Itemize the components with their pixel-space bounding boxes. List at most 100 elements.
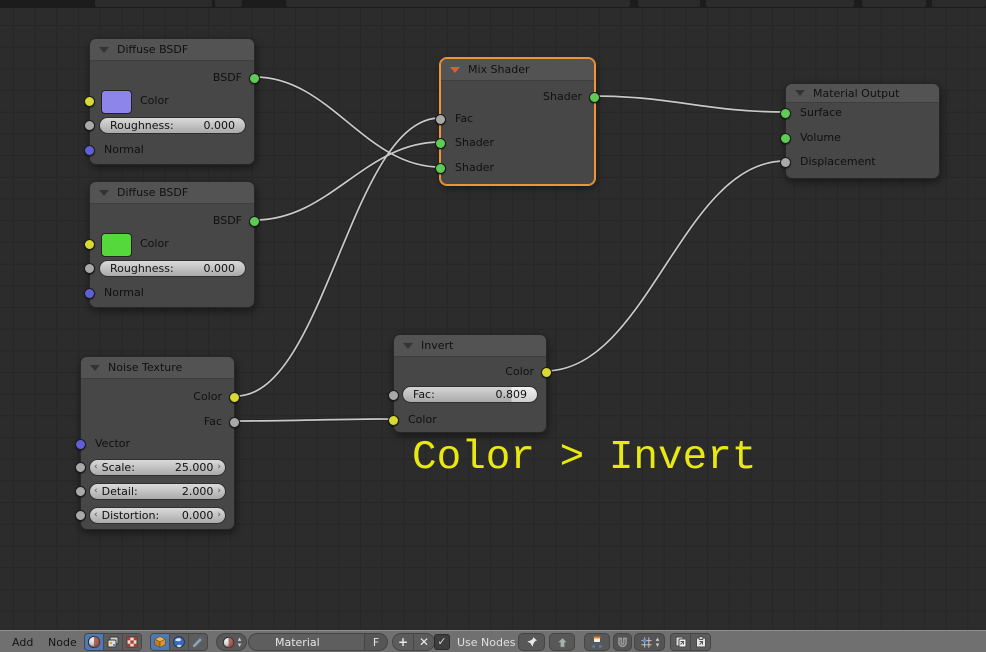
copy-nodes-button[interactable] xyxy=(671,634,691,650)
checkbox-checked-icon[interactable]: ✓ xyxy=(434,634,450,650)
roughness-slider[interactable]: Roughness: 0.000 xyxy=(99,117,246,134)
socket-input-volume[interactable] xyxy=(780,133,791,144)
distortion-slider[interactable]: ‹ Distortion: 0.000 › xyxy=(89,507,226,524)
socket-input-roughness[interactable] xyxy=(84,263,95,274)
node-mix-shader[interactable]: Mix Shader Shader Fac Shader Shader xyxy=(435,58,600,185)
new-material-button[interactable]: + xyxy=(393,634,414,650)
socket-input-detail[interactable] xyxy=(75,486,86,497)
menu-add[interactable]: Add xyxy=(8,633,37,651)
socket-output-shader[interactable] xyxy=(589,92,600,103)
collapse-triangle-icon[interactable] xyxy=(450,66,460,73)
collapse-triangle-icon[interactable] xyxy=(403,342,413,349)
socket-input-fac[interactable] xyxy=(435,114,446,125)
slider-arrow-right-icon[interactable]: › xyxy=(217,483,221,500)
slider-arrow-right-icon[interactable]: › xyxy=(217,459,221,476)
node-invert[interactable]: Invert Color Fac: 0.809 Color xyxy=(388,334,552,433)
slider-label: Detail: xyxy=(101,485,138,498)
slider-value: 0.000 xyxy=(181,509,214,522)
socket-input-normal[interactable] xyxy=(84,288,95,299)
node-header[interactable]: Diffuse BSDF xyxy=(90,39,254,61)
node-title: Noise Texture xyxy=(108,361,183,374)
shader-tree-button[interactable] xyxy=(85,634,104,650)
socket-output-bsdf[interactable] xyxy=(249,216,260,227)
socket-input-color[interactable] xyxy=(84,96,95,107)
input-label-normal: Normal xyxy=(104,286,144,299)
snap-toggle-button[interactable] xyxy=(613,633,632,651)
socket-input-fac[interactable] xyxy=(388,390,399,401)
socket-input-color[interactable] xyxy=(388,415,399,426)
node-diffuse-bsdf-2[interactable]: Diffuse BSDF BSDF Color Roughness: 0.000… xyxy=(84,181,260,308)
snap-magnet-icon xyxy=(618,637,627,647)
fake-user-button[interactable]: F xyxy=(365,633,388,651)
shader-tree-icon xyxy=(87,635,101,649)
socket-input-scale[interactable] xyxy=(75,462,86,473)
paste-nodes-button[interactable] xyxy=(691,634,710,650)
use-nodes-toggle[interactable]: ✓ Use Nodes xyxy=(434,633,516,651)
object-shader-button[interactable] xyxy=(151,634,170,650)
top-strip-segment xyxy=(638,0,700,7)
stepper-down-icon[interactable]: ▾ xyxy=(656,642,660,649)
socket-output-bsdf[interactable] xyxy=(249,73,260,84)
roughness-slider[interactable]: Roughness: 0.000 xyxy=(99,260,246,277)
collapse-triangle-icon[interactable] xyxy=(795,90,805,96)
texture-tree-button[interactable] xyxy=(123,634,141,650)
snap-element-button[interactable]: ▴ ▾ xyxy=(634,633,665,651)
socket-input-vector[interactable] xyxy=(75,439,86,450)
socket-output-fac[interactable] xyxy=(229,417,240,428)
auto-offset-button[interactable] xyxy=(584,633,610,651)
node-header[interactable]: Diffuse BSDF xyxy=(90,182,254,204)
socket-input-shader-1[interactable] xyxy=(435,138,446,149)
socket-input-displacement[interactable] xyxy=(780,157,791,168)
input-label-fac: Fac xyxy=(455,112,474,125)
socket-input-roughness[interactable] xyxy=(84,120,95,131)
socket-output-color[interactable] xyxy=(229,392,240,403)
node-header[interactable]: Invert xyxy=(394,335,546,357)
slider-label: Distortion: xyxy=(101,509,160,522)
material-preview-icon xyxy=(222,636,234,648)
socket-input-distortion[interactable] xyxy=(75,510,86,521)
header-toolbar: Add Node ▴ ▾ Material F + ✕ ✓ Use Nodes … xyxy=(0,630,986,652)
color-swatch[interactable] xyxy=(101,90,132,114)
material-stepper[interactable]: ▴ ▾ xyxy=(238,636,242,649)
scale-slider[interactable]: ‹ Scale: 25.000 › xyxy=(89,459,226,476)
go-to-parent-button[interactable] xyxy=(549,633,575,651)
node-noise-texture[interactable]: Noise Texture Color Fac Vector ‹ Scale: … xyxy=(75,356,240,530)
close-icon: ✕ xyxy=(418,635,430,649)
menu-node[interactable]: Node xyxy=(44,633,81,651)
collapse-triangle-icon[interactable] xyxy=(90,364,100,371)
node-title: Diffuse BSDF xyxy=(117,43,189,56)
socket-input-surface[interactable] xyxy=(780,108,791,119)
node-material-output[interactable]: Material Output Surface Volume Displacem… xyxy=(780,83,940,179)
slider-arrow-left-icon[interactable]: ‹ xyxy=(94,483,98,500)
slider-arrow-left-icon[interactable]: ‹ xyxy=(94,459,98,476)
material-browse-button[interactable]: ▴ ▾ xyxy=(216,633,247,651)
unlink-material-button[interactable]: ✕ xyxy=(414,634,434,650)
fac-slider[interactable]: Fac: 0.809 xyxy=(402,386,538,403)
paste-nodes-icon xyxy=(695,636,706,648)
socket-output-color[interactable] xyxy=(541,367,552,378)
node-header[interactable]: Noise Texture xyxy=(81,357,234,379)
slider-arrow-left-icon[interactable]: ‹ xyxy=(94,507,98,524)
stepper-down-icon[interactable]: ▾ xyxy=(238,642,242,649)
fake-user-label: F xyxy=(372,635,380,649)
node-diffuse-bsdf-1[interactable]: Diffuse BSDF BSDF Color Roughness: 0.000… xyxy=(84,38,260,165)
node-header[interactable]: Mix Shader xyxy=(441,59,594,81)
socket-input-normal[interactable] xyxy=(84,145,95,156)
material-name-field[interactable]: Material xyxy=(248,633,365,651)
detail-slider[interactable]: ‹ Detail: 2.000 › xyxy=(89,483,226,500)
world-shader-button[interactable] xyxy=(170,634,189,650)
socket-input-shader-2[interactable] xyxy=(435,163,446,174)
collapse-triangle-icon[interactable] xyxy=(99,189,109,196)
plus-icon: + xyxy=(397,635,409,649)
color-swatch[interactable] xyxy=(101,233,132,257)
compositing-tree-button[interactable] xyxy=(104,634,123,650)
pin-button[interactable] xyxy=(518,633,545,651)
object-shader-icon xyxy=(154,636,166,648)
collapse-triangle-icon[interactable] xyxy=(99,46,109,53)
input-label-shader-2: Shader xyxy=(455,161,494,174)
socket-input-color[interactable] xyxy=(84,239,95,250)
linestyle-shader-button[interactable] xyxy=(189,634,207,650)
node-header[interactable]: Material Output xyxy=(786,84,939,103)
snap-element-stepper[interactable]: ▴ ▾ xyxy=(656,636,660,649)
slider-arrow-right-icon[interactable]: › xyxy=(217,507,221,524)
